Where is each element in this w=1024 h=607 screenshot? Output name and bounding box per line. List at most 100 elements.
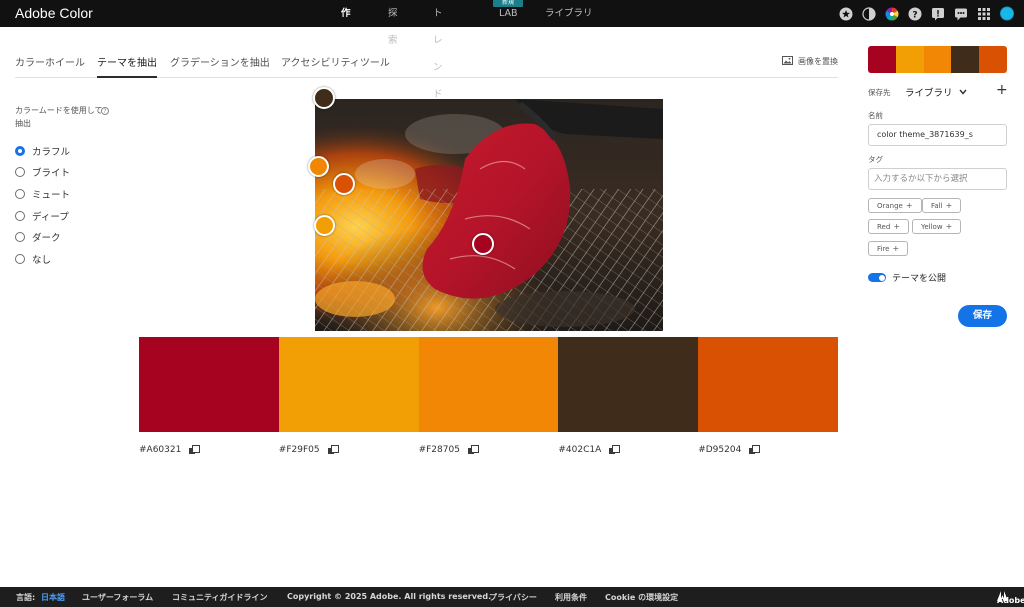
mood-option-label: カラフル [32,146,71,158]
radio-button[interactable] [15,145,25,156]
contrast-icon[interactable] [862,6,876,21]
save-button[interactable]: 保存 [958,305,1007,327]
footer-privacy[interactable]: プライバシー [489,592,537,603]
footer: 言語: 日本語 ユーザーフォーラム コミュニティガイドライン Copyright… [0,587,1024,607]
preview-swatch [951,46,980,73]
nav-explore[interactable]: 探索 [388,0,398,54]
replace-image-button[interactable]: 画像を置換 [782,56,838,67]
hex-cell: #F28705 [419,445,559,455]
preview-swatch [979,46,1007,73]
mood-option-dark[interactable]: ダーク [15,226,70,248]
preview-swatch [923,46,952,73]
image-icon [782,56,793,67]
top-navigation-bar: Adobe Color 作成 探索 トレンド LAB ライブラリ 新規 ? [0,0,1024,100]
save-to-label: 保存先 [868,88,891,97]
mood-option-none[interactable]: なし [15,248,70,270]
language-link[interactable]: 日本語 [41,592,65,603]
hex-value[interactable]: #D95204 [698,445,741,455]
hex-value[interactable]: #A60321 [139,445,181,455]
palette-swatches [139,337,838,432]
tab-color-wheel[interactable]: カラーホイール [15,54,85,78]
publish-toggle-row: テーマを公開 [868,271,946,284]
footer-user-forum[interactable]: ユーザーフォーラム [82,592,153,603]
tag-chip-orange[interactable]: Orange + [868,198,922,213]
color-picker-4[interactable] [313,87,335,109]
radio-button[interactable] [15,210,25,221]
hex-cell: #A60321 [139,445,279,455]
radio-button[interactable] [15,167,25,178]
mood-option-muted[interactable]: ミュート [15,183,70,205]
info-icon[interactable]: ? [101,107,109,115]
app-brand[interactable]: Adobe Color [15,5,93,21]
radio-button[interactable] [15,232,25,243]
color-picker-5[interactable] [333,173,355,195]
color-picker-1[interactable] [472,233,494,255]
color-mood-title: カラームードを使用して抽出 [15,106,103,128]
tag-chip-label: Orange [877,202,903,210]
color-wheel-icon[interactable] [885,7,899,21]
hex-cell: #402C1A [558,445,698,455]
adobe-logo[interactable]: Adobe [997,591,1024,605]
tag-input[interactable]: 入力するか以下から選択 [868,168,1007,190]
mood-option-deep[interactable]: ディープ [15,205,70,227]
tag-chip-red[interactable]: Red + [868,219,910,234]
mood-option-colorful[interactable]: カラフル [15,140,70,162]
swatch-5[interactable] [698,337,838,432]
adobe-label: Adobe [997,596,1024,605]
preview-swatch [895,46,924,73]
tab-extract-theme[interactable]: テーマを抽出 [97,54,157,78]
color-picker-2[interactable] [314,215,335,236]
nav-libraries[interactable]: ライブラリ [545,0,605,27]
copy-icon[interactable] [189,445,201,455]
hex-value[interactable]: #F28705 [419,445,460,455]
mood-option-bright[interactable]: ブライト [15,162,70,184]
swatch-1[interactable] [139,337,279,432]
radio-button[interactable] [15,188,25,199]
hex-value[interactable]: #402C1A [558,445,601,455]
hex-values: #A60321 #F29F05 #F28705 #402C1A #D95204 [139,445,838,455]
theme-preview-palette [868,46,1007,73]
language-label: 言語: [16,593,36,602]
publish-label: テーマを公開 [892,274,947,284]
feedback-icon[interactable] [954,7,968,21]
plus-icon: + [945,222,953,231]
footer-cookie-settings[interactable]: Cookie の環境設定 [605,592,678,603]
copy-icon[interactable] [609,445,621,455]
copy-icon[interactable] [327,445,339,455]
tab-extract-gradient[interactable]: グラデーションを抽出 [170,54,270,78]
preview-swatch [868,46,896,73]
publish-toggle[interactable] [868,273,886,282]
hex-value[interactable]: #F29F05 [279,445,320,455]
color-picker-3[interactable] [308,156,329,177]
swatch-4[interactable] [558,337,699,432]
tag-chip-yellow[interactable]: Yellow + [912,219,962,234]
library-value: ライブラリ [905,88,953,99]
radio-button[interactable] [15,253,25,264]
tag-chip-fire[interactable]: Fire + [868,241,909,256]
swatch-2[interactable] [278,337,419,432]
tag-chip-fall[interactable]: Fall + [922,198,962,213]
copy-icon[interactable] [749,445,761,455]
add-library-button[interactable]: + [996,83,1008,97]
top-icon-group: ? [839,5,1014,22]
library-dropdown[interactable]: ライブラリ [905,85,967,99]
alert-icon[interactable] [931,7,945,21]
copy-icon[interactable] [467,445,479,455]
footer-terms[interactable]: 利用条件 [555,592,587,603]
nav-create[interactable]: 作成 [341,0,351,54]
theme-name-field[interactable]: color theme_3871639_s [868,124,1007,146]
color-mood-options: カラフル ブライト ミュート ディープ ダーク なし [15,140,70,270]
hex-cell: #D95204 [698,445,838,455]
tag-chip-label: Fall [931,202,943,210]
chevron-down-icon [958,87,967,98]
profile-avatar[interactable] [1000,6,1014,21]
replace-image-label: 画像を置換 [798,57,838,66]
footer-community-guidelines[interactable]: コミュニティガイドライン [172,592,268,603]
help-icon[interactable]: ? [908,7,922,21]
tab-accessibility-tools[interactable]: アクセシビリティツール [281,54,390,78]
star-icon[interactable] [839,7,853,21]
source-image [315,99,663,331]
hex-cell: #F29F05 [279,445,419,455]
swatch-3[interactable] [418,337,559,432]
apps-grid-icon[interactable] [977,7,991,21]
